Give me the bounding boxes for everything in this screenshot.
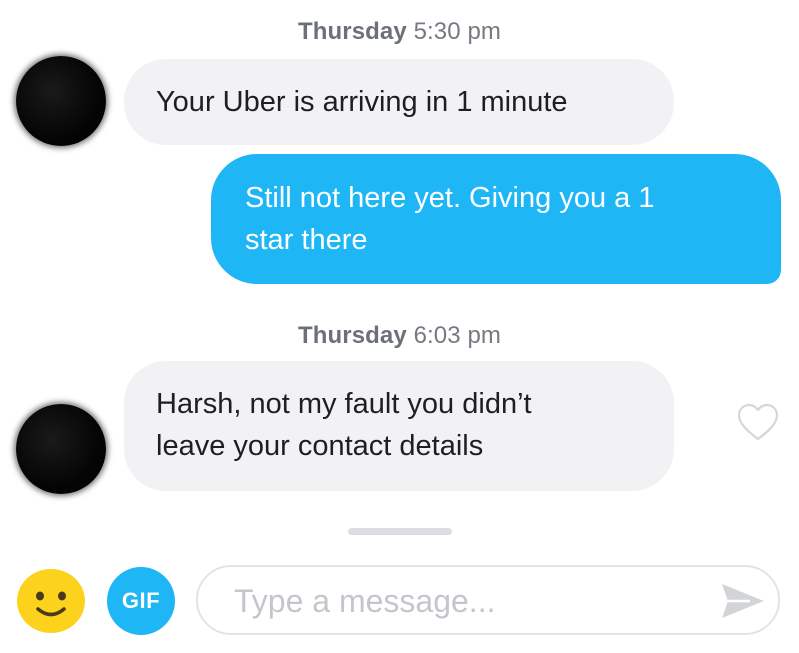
message-text-line: Harsh, not my fault you didn’t <box>156 388 532 420</box>
message-text: Your Uber is arriving in 1 minute <box>156 86 568 118</box>
heart-icon[interactable] <box>736 402 780 442</box>
message-input[interactable] <box>232 567 706 635</box>
chat-screen: Thursday 5:30 pm Your Uber is arriving i… <box>0 0 799 653</box>
avatar[interactable] <box>16 404 106 494</box>
message-text-line: leave your contact details <box>156 430 484 462</box>
timestamp-day: Thursday <box>297 322 407 349</box>
timestamp-header: Thursday 6:03 pm <box>0 322 799 350</box>
timestamp-header: Thursday 5:30 pm <box>0 18 799 46</box>
avatar[interactable] <box>16 56 106 146</box>
incoming-message-bubble[interactable]: Harsh, not my fault you didn’t leave you… <box>124 361 674 491</box>
timestamp-time: 5:30 pm <box>413 18 502 45</box>
gif-button[interactable]: GIF <box>107 567 175 635</box>
message-text-line: Still not here yet. Giving you a 1 <box>245 182 655 214</box>
outgoing-message-bubble[interactable]: Still not here yet. Giving you a 1 star … <box>211 154 781 284</box>
message-composer <box>196 565 780 635</box>
incoming-message-bubble[interactable]: Your Uber is arriving in 1 minute <box>124 59 674 145</box>
timestamp-day: Thursday <box>297 18 407 45</box>
drawer-handle[interactable] <box>348 528 452 535</box>
message-text-line: star there <box>245 224 368 256</box>
smiley-icon[interactable] <box>16 568 86 634</box>
timestamp-time: 6:03 pm <box>413 322 502 349</box>
send-arrow-icon[interactable] <box>720 581 766 621</box>
